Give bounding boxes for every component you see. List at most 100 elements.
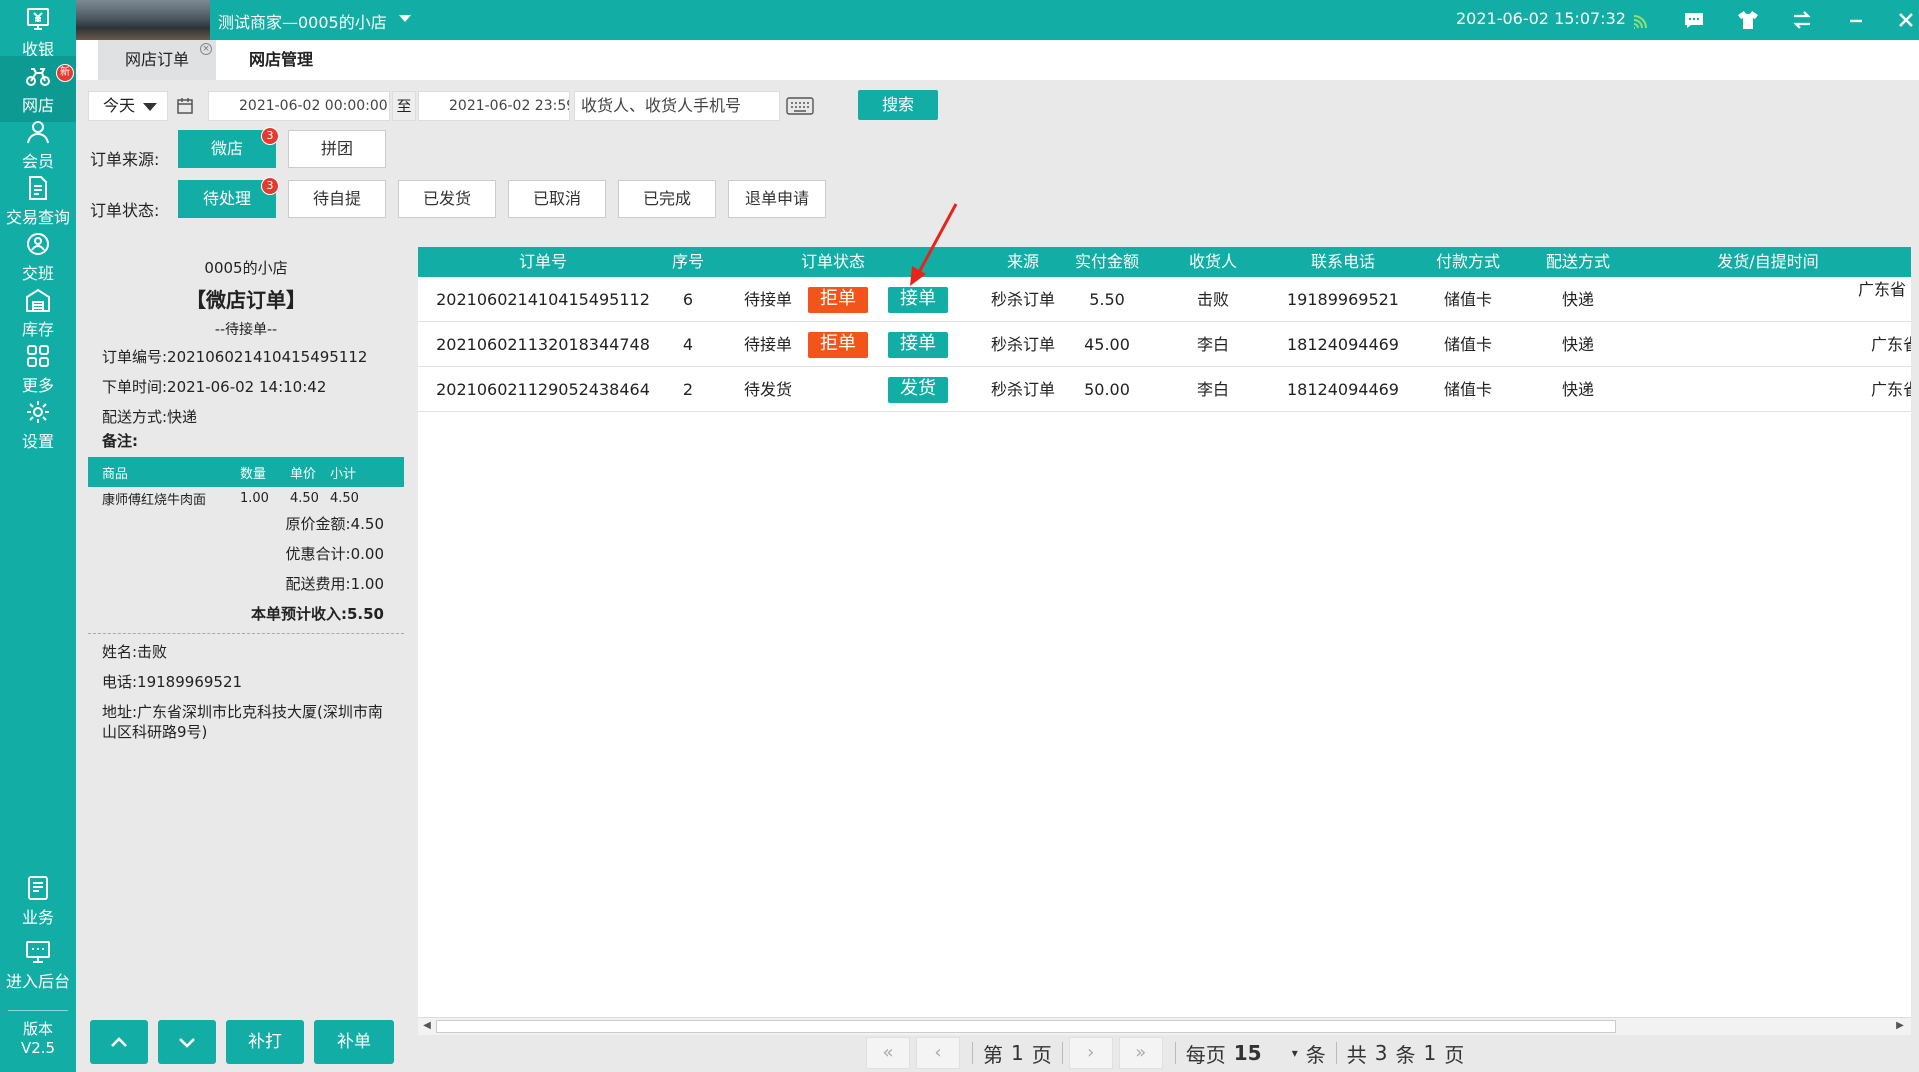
gear-icon [27,401,49,423]
title-bar: 测试商家—0005的小店 2021-06-02 15:07:32 [76,0,1919,40]
th-phone: 联系电话 [1310,252,1375,271]
receipt-shipping: 配送费用:1.00 [285,575,384,593]
rail-label: 进入后台 [5,972,70,991]
rail-item-settings[interactable]: 设置 [0,392,76,458]
scrollbar-thumb[interactable] [436,1020,1616,1033]
page-number[interactable]: 1 [1011,1041,1024,1065]
cell-pay: 储值卡 [1443,335,1492,354]
pager-divider [1061,1042,1063,1064]
version-info: 版本 V2.5 [0,1012,76,1072]
cell-status: 待发货 [743,380,792,399]
scroll-left-icon[interactable]: ◀ [420,1019,434,1033]
next-page-button[interactable]: › [1068,1037,1113,1069]
cell-ship: 快递 [1561,380,1594,399]
ship-button[interactable]: 发货 [888,377,948,403]
version-number: V2.5 [20,1039,56,1057]
shift-icon [27,233,49,255]
close-icon[interactable] [1894,8,1918,32]
pages-unit: 页 [1444,1042,1465,1067]
reject-button[interactable]: 拒单 [808,287,868,313]
per-page-label: 每页 [1185,1042,1226,1067]
tab-webstore-management[interactable]: 网店管理 [226,40,336,80]
th-status: 订单状态 [800,252,865,271]
cell-address: 广东省 [1871,380,1911,399]
cell-order-no: 202106021129052438464 [436,380,650,399]
receipt-remark: 备注: [102,432,138,450]
receipt-divider [88,633,404,634]
scroll-up-button[interactable] [90,1020,148,1064]
accept-button[interactable]: 接单 [888,287,948,313]
table-row[interactable]: 202106021132018344748 4 待接单 拒单 接单 秒杀订单 4… [418,322,1911,367]
cell-source: 秒杀订单 [990,335,1055,354]
rail-item-business[interactable]: 业务 [0,868,76,934]
message-icon[interactable] [1682,8,1706,32]
item-name: 康师傅红烧牛肉面 [102,492,207,508]
status-chip-shipped[interactable]: 已发货 [398,180,496,218]
status-chip-pending[interactable]: 待处理 3 [178,177,279,218]
minimize-icon[interactable] [1844,8,1868,32]
last-page-button[interactable]: » [1118,1037,1163,1069]
pager-divider [1335,1042,1337,1064]
th-receiver: 收货人 [1188,252,1237,271]
bicycle-icon [26,68,50,86]
table-row[interactable]: 202106021410415495112 6 待接单 拒单 接单 秒杀订单 5… [418,277,1911,322]
keyword-input[interactable]: 收货人、收货人手机号 [574,91,780,121]
source-chip-group[interactable]: 拼团 [288,130,386,168]
tab-webstore-orders[interactable]: 网店订单 × [98,40,216,80]
chevron-down-icon[interactable] [399,15,411,22]
scroll-down-button[interactable] [158,1020,216,1064]
rail-label: 业务 [21,908,54,927]
reprint-button[interactable]: 补打 [226,1020,304,1064]
receipt-shop: 0005的小店 [204,259,288,277]
tshirt-skin-icon[interactable] [1736,8,1760,32]
start-date-input[interactable]: 2021-06-02 00:00:00 [208,91,390,121]
receipt-discount: 优惠合计:0.00 [285,545,384,563]
status-chip-cancelled[interactable]: 已取消 [508,180,606,218]
chip-label: 待自提 [312,189,361,208]
item-price: 4.50 [290,490,319,506]
horizontal-scrollbar[interactable]: ◀ ▶ [418,1017,1911,1035]
orders-table: 订单号 序号 订单状态 来源 实付金额 收货人 联系电话 付款方式 配送方式 发… [418,247,1911,1017]
status-chip-completed[interactable]: 已完成 [618,180,716,218]
table-row[interactable]: 202106021129052438464 2 待发货 发货 秒杀订单 50.0… [418,367,1911,412]
chip-label: 微店 [210,139,243,158]
keyboard-icon[interactable] [786,96,814,116]
cell-status: 待接单 [743,290,792,309]
rail-item-backend[interactable]: 进入后台 [0,932,76,998]
cell-amount: 45.00 [1084,335,1130,354]
rail-label: 设置 [21,432,54,451]
reject-button[interactable]: 拒单 [808,332,868,358]
total-count: 3 [1374,1041,1388,1065]
th-ship: 配送方式 [1545,252,1610,271]
total-pages: 1 [1423,1041,1437,1065]
per-page-select[interactable]: 15 [1234,1041,1284,1065]
user-icon [27,121,49,144]
end-date-input[interactable]: 2021-06-02 23:59 [418,91,570,121]
source-chip-weidian[interactable]: 微店 3 [178,127,279,168]
accept-button[interactable]: 接单 [888,332,948,358]
store-title[interactable]: 测试商家—0005的小店 [218,9,387,33]
status-chip-refund[interactable]: 退单申请 [728,180,826,218]
chevron-down-icon[interactable]: ▾ [1292,1046,1298,1060]
scroll-right-icon[interactable]: ▶ [1893,1019,1907,1033]
switch-arrows-icon[interactable] [1790,8,1814,32]
status-chip-pickup[interactable]: 待自提 [288,180,386,218]
close-icon[interactable]: × [200,43,212,55]
cell-order-no: 202106021132018344748 [436,335,650,354]
supplement-order-button[interactable]: 补单 [314,1020,394,1064]
first-page-button[interactable]: « [866,1037,910,1069]
receipt-item-row: 康师傅红烧牛肉面 1.00 4.50 4.50 [88,487,404,509]
store-banner-image [76,0,210,40]
version-label: 版本 [22,1020,53,1038]
item-subtotal: 4.50 [330,490,359,506]
col-price: 单价 [290,466,317,482]
calendar-icon[interactable] [176,97,194,115]
source-label: 订单来源: [90,150,160,169]
cell-seq: 6 [682,290,694,309]
prev-page-button[interactable]: ‹ [916,1037,960,1069]
rail-divider [8,1010,68,1011]
period-select[interactable]: 今天 [88,91,168,121]
search-button[interactable]: 搜索 [858,90,938,120]
cell-seq: 4 [682,335,694,354]
cell-status: 待接单 [743,335,792,354]
